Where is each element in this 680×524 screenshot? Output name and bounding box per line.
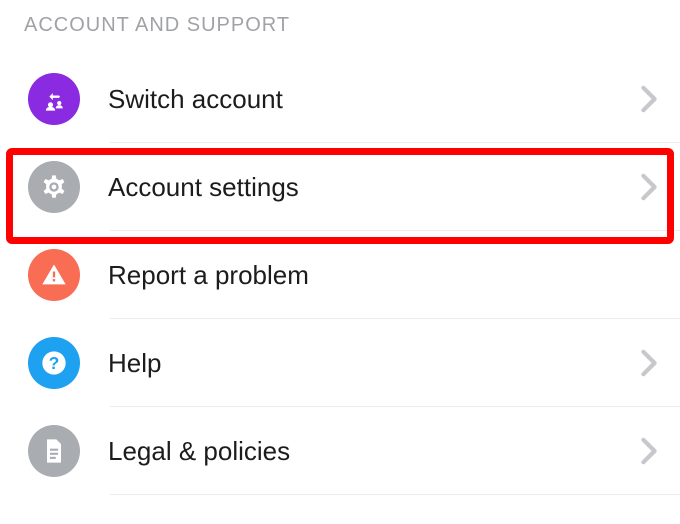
- alert-icon: [28, 249, 80, 301]
- gear-icon: [28, 161, 80, 213]
- settings-list: Switch account Account settings: [0, 55, 680, 495]
- menu-item-label: Switch account: [108, 84, 640, 115]
- document-icon: [28, 425, 80, 477]
- chevron-right-icon: [640, 349, 658, 377]
- chevron-right-icon: [640, 173, 658, 201]
- svg-text:?: ?: [49, 353, 60, 373]
- section-header: ACCOUNT AND SUPPORT: [0, 0, 680, 55]
- menu-item-legal-policies[interactable]: Legal & policies: [0, 407, 680, 495]
- menu-item-label: Legal & policies: [108, 436, 640, 467]
- menu-item-label: Help: [108, 348, 640, 379]
- chevron-right-icon: [640, 85, 658, 113]
- switch-account-icon: [28, 73, 80, 125]
- menu-item-label: Report a problem: [108, 260, 658, 291]
- menu-item-switch-account[interactable]: Switch account: [0, 55, 680, 143]
- help-icon: ?: [28, 337, 80, 389]
- menu-item-label: Account settings: [108, 172, 640, 203]
- chevron-right-icon: [640, 437, 658, 465]
- settings-section: ACCOUNT AND SUPPORT Switch account: [0, 0, 680, 495]
- menu-item-account-settings[interactable]: Account settings: [0, 143, 680, 231]
- menu-item-report-problem[interactable]: Report a problem: [0, 231, 680, 319]
- menu-item-help[interactable]: ? Help: [0, 319, 680, 407]
